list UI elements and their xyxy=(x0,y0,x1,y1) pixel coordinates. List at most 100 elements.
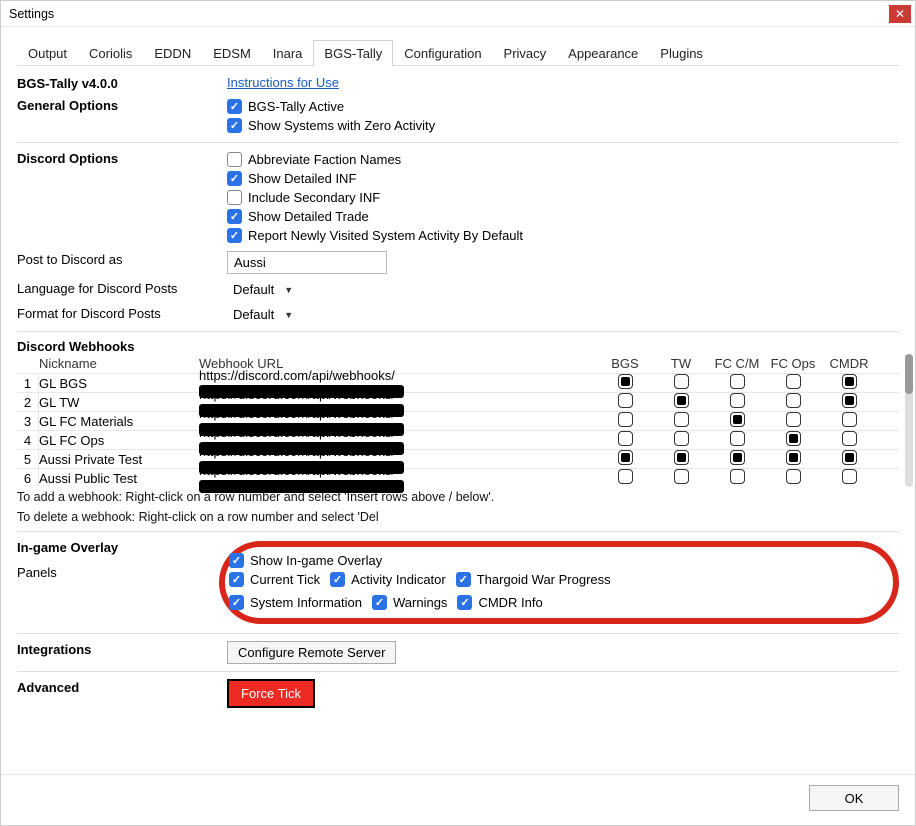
webhook-nickname[interactable]: GL FC Materials xyxy=(39,414,199,429)
panel-checkbox[interactable] xyxy=(372,595,387,610)
detailed-inf-checkbox[interactable] xyxy=(227,171,242,186)
webhook-flag-checkbox[interactable] xyxy=(786,431,801,446)
webhook-flag-checkbox[interactable] xyxy=(674,393,689,408)
header-row: BGS-Tally v4.0.0 Instructions for Use xyxy=(17,72,899,94)
webhook-flag-checkbox[interactable] xyxy=(842,393,857,408)
col-cmdr: CMDR xyxy=(821,356,877,371)
tab-output[interactable]: Output xyxy=(17,40,78,66)
row-number[interactable]: 5 xyxy=(17,450,39,468)
webhook-flag-checkbox[interactable] xyxy=(674,412,689,427)
tab-privacy[interactable]: Privacy xyxy=(493,40,558,66)
webhook-flag-checkbox[interactable] xyxy=(842,374,857,389)
detailed-trade-label: Show Detailed Trade xyxy=(248,209,369,224)
secondary-inf-checkbox[interactable] xyxy=(227,190,242,205)
webhook-nickname[interactable]: GL BGS xyxy=(39,376,199,391)
format-dropdown[interactable]: Default▼ xyxy=(227,305,299,324)
force-tick-button[interactable]: Force Tick xyxy=(227,679,315,708)
webhook-nickname[interactable]: GL FC Ops xyxy=(39,433,199,448)
tab-plugins[interactable]: Plugins xyxy=(649,40,714,66)
bgs-active-checkbox[interactable] xyxy=(227,99,242,114)
webhook-flag-checkbox[interactable] xyxy=(842,412,857,427)
webhook-nickname[interactable]: GL TW xyxy=(39,395,199,410)
webhook-nickname[interactable]: Aussi Private Test xyxy=(39,452,199,467)
row-number[interactable]: 1 xyxy=(17,374,39,392)
webhook-flag-checkbox[interactable] xyxy=(842,450,857,465)
panel-checkbox[interactable] xyxy=(229,572,244,587)
webhook-flag-checkbox[interactable] xyxy=(730,469,745,484)
webhook-flag-checkbox[interactable] xyxy=(842,431,857,446)
secondary-inf-label: Include Secondary INF xyxy=(248,190,380,205)
webhook-flag-checkbox[interactable] xyxy=(618,469,633,484)
webhook-flag-checkbox[interactable] xyxy=(730,412,745,427)
panel-label: System Information xyxy=(250,595,362,610)
format-label: Format for Discord Posts xyxy=(17,305,227,321)
webhook-flag-checkbox[interactable] xyxy=(786,450,801,465)
webhook-flag-checkbox[interactable] xyxy=(618,431,633,446)
row-number[interactable]: 6 xyxy=(17,469,39,487)
show-overlay-checkbox[interactable] xyxy=(229,553,244,568)
webhook-url[interactable]: https://discord.com/api/webhooks/ xyxy=(199,463,597,493)
detailed-trade-checkbox[interactable] xyxy=(227,209,242,224)
tab-appearance[interactable]: Appearance xyxy=(557,40,649,66)
bgs-active-label: BGS-Tally Active xyxy=(248,99,344,114)
content-area: OutputCoriolisEDDNEDSMInaraBGS-TallyConf… xyxy=(1,27,915,774)
tab-inara[interactable]: Inara xyxy=(262,40,314,66)
lang-dropdown[interactable]: Default▼ xyxy=(227,280,299,299)
tab-bgs-tally[interactable]: BGS-Tally xyxy=(313,40,393,66)
webhook-flag-checkbox[interactable] xyxy=(730,374,745,389)
webhook-flag-checkbox[interactable] xyxy=(786,412,801,427)
panel-checkbox[interactable] xyxy=(229,595,244,610)
post-as-input[interactable] xyxy=(227,251,387,274)
zero-activity-label: Show Systems with Zero Activity xyxy=(248,118,435,133)
footer: OK xyxy=(1,774,915,825)
row-number[interactable]: 2 xyxy=(17,393,39,411)
show-overlay-label: Show In-game Overlay xyxy=(250,553,382,568)
webhook-flag-checkbox[interactable] xyxy=(730,431,745,446)
instructions-link[interactable]: Instructions for Use xyxy=(227,75,339,90)
report-new-checkbox[interactable] xyxy=(227,228,242,243)
overlay-labels: In-game Overlay Panels xyxy=(17,539,227,580)
integrations-row: Integrations Configure Remote Server xyxy=(17,633,899,667)
webhook-flag-checkbox[interactable] xyxy=(618,412,633,427)
col-fccm: FC C/M xyxy=(709,356,765,371)
webhook-flag-checkbox[interactable] xyxy=(730,393,745,408)
col-tw: TW xyxy=(653,356,709,371)
lang-label: Language for Discord Posts xyxy=(17,280,227,296)
webhooks-scrollbar[interactable] xyxy=(905,354,913,487)
webhook-flag-checkbox[interactable] xyxy=(786,469,801,484)
panel-label: CMDR Info xyxy=(478,595,542,610)
panel-checkbox[interactable] xyxy=(457,595,472,610)
settings-window: Settings ✕ OutputCoriolisEDDNEDSMInaraBG… xyxy=(0,0,916,826)
configure-remote-button[interactable]: Configure Remote Server xyxy=(227,641,396,664)
webhook-flag-checkbox[interactable] xyxy=(618,374,633,389)
tab-eddn[interactable]: EDDN xyxy=(143,40,202,66)
abbrev-checkbox[interactable] xyxy=(227,152,242,167)
panel-checkbox[interactable] xyxy=(456,572,471,587)
discord-row: Discord Options Abbreviate Faction Names… xyxy=(17,142,899,248)
row-number[interactable]: 4 xyxy=(17,431,39,449)
webhook-flag-checkbox[interactable] xyxy=(842,469,857,484)
webhook-flag-checkbox[interactable] xyxy=(618,393,633,408)
webhook-flag-checkbox[interactable] xyxy=(786,374,801,389)
webhook-nickname[interactable]: Aussi Public Test xyxy=(39,471,199,486)
webhook-flag-checkbox[interactable] xyxy=(674,431,689,446)
webhook-flag-checkbox[interactable] xyxy=(674,374,689,389)
webhook-flag-checkbox[interactable] xyxy=(730,450,745,465)
row-number[interactable]: 3 xyxy=(17,412,39,430)
abbrev-label: Abbreviate Faction Names xyxy=(248,152,401,167)
webhook-row[interactable]: 6Aussi Public Testhttps://discord.com/ap… xyxy=(17,468,899,487)
post-as-row: Post to Discord as xyxy=(17,248,899,277)
titlebar: Settings ✕ xyxy=(1,1,915,27)
tab-edsm[interactable]: EDSM xyxy=(202,40,262,66)
webhook-flag-checkbox[interactable] xyxy=(674,469,689,484)
webhook-flag-checkbox[interactable] xyxy=(786,393,801,408)
webhook-flag-checkbox[interactable] xyxy=(618,450,633,465)
ok-button[interactable]: OK xyxy=(809,785,899,811)
tab-coriolis[interactable]: Coriolis xyxy=(78,40,143,66)
zero-activity-checkbox[interactable] xyxy=(227,118,242,133)
report-new-label: Report Newly Visited System Activity By … xyxy=(248,228,523,243)
panel-checkbox[interactable] xyxy=(330,572,345,587)
tab-configuration[interactable]: Configuration xyxy=(393,40,492,66)
webhook-flag-checkbox[interactable] xyxy=(674,450,689,465)
close-icon[interactable]: ✕ xyxy=(889,5,911,23)
